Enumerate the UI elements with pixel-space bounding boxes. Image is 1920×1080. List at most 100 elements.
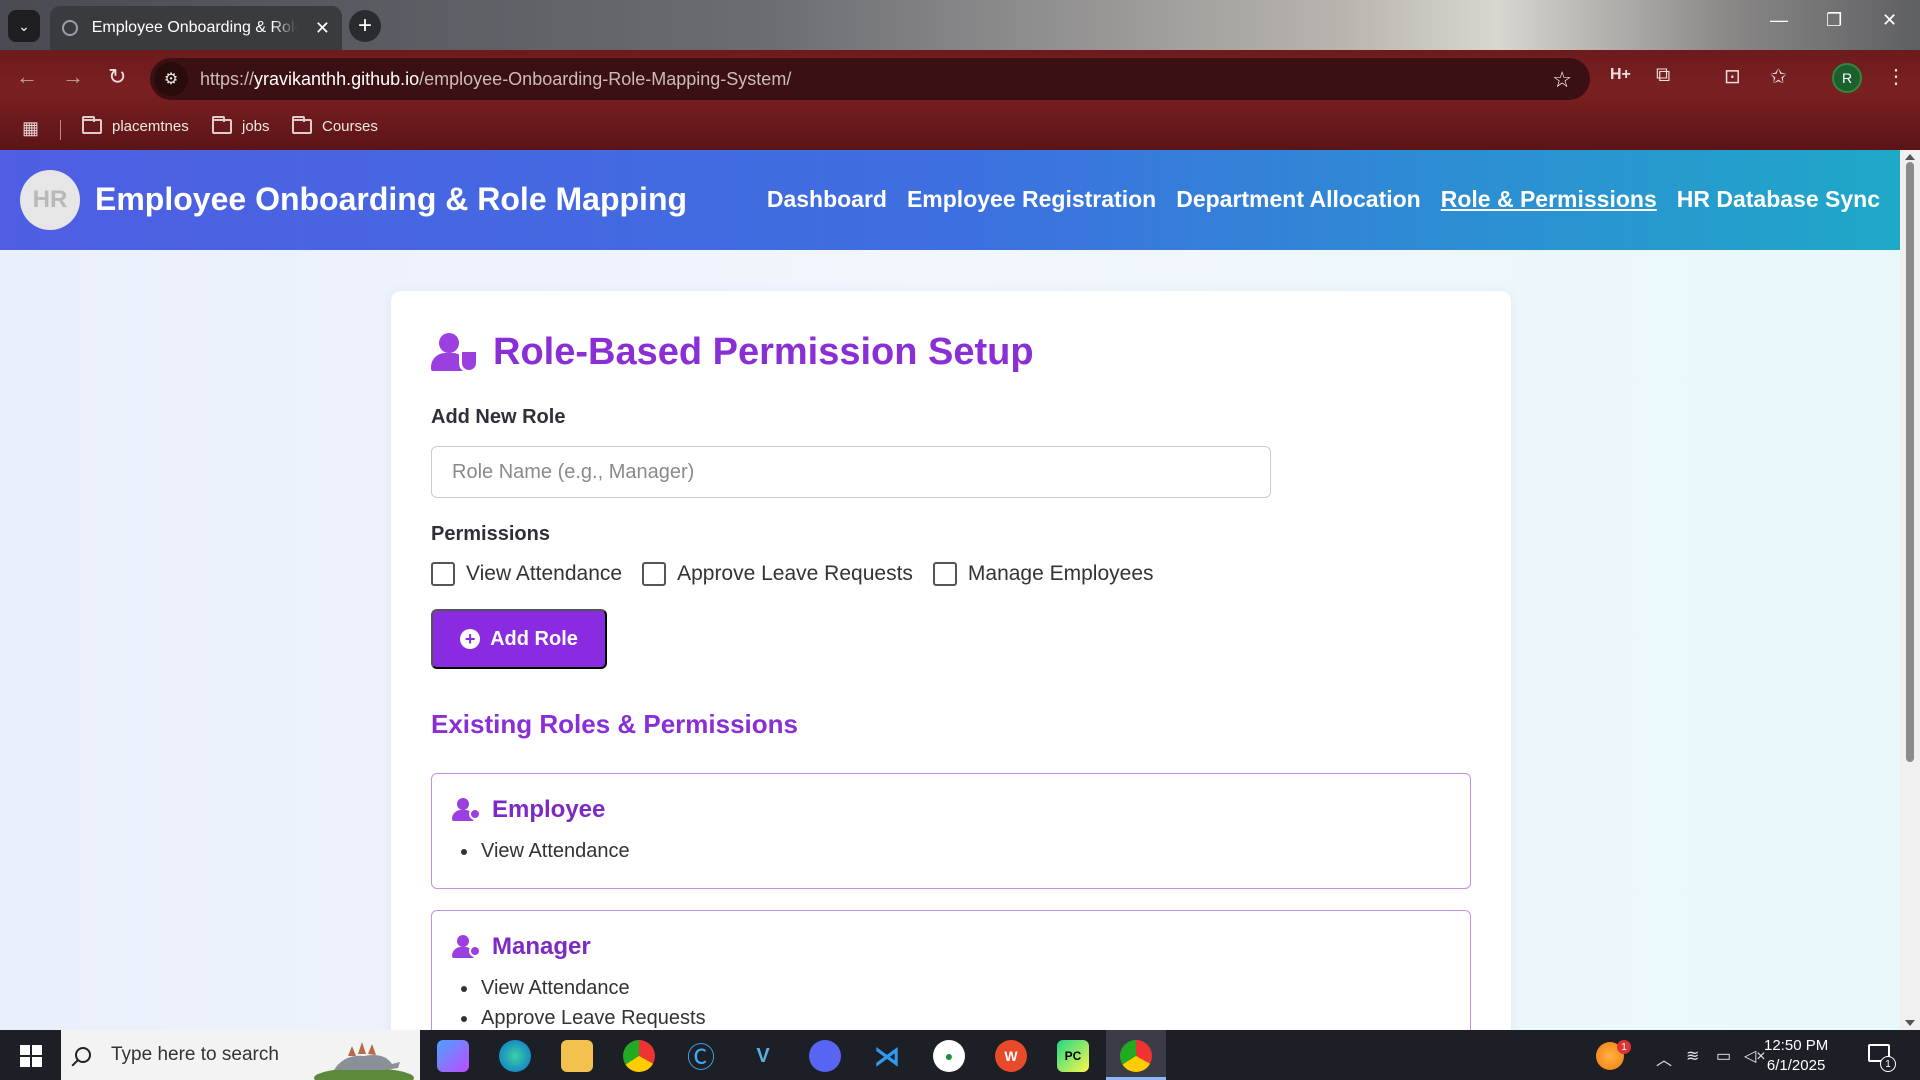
chevron-down-icon: ⌄	[18, 17, 30, 34]
menu-kebab-icon[interactable]: ⋮	[1886, 64, 1906, 89]
permission-label: View Attendance	[466, 562, 623, 585]
system-clock[interactable]: 12:50 PM 6/1/2025	[1764, 1036, 1828, 1076]
role-name: Employee	[492, 796, 606, 823]
wifi-icon[interactable]: ≋	[1686, 1046, 1699, 1066]
search-highlight-illustration	[314, 1042, 414, 1080]
back-icon[interactable]: ←	[16, 64, 38, 90]
bookmark-folder[interactable]: Courses	[292, 116, 378, 135]
role-card-employee: Employee View Attendance	[431, 773, 1471, 889]
role-name: Manager	[492, 933, 591, 960]
bookmark-folder[interactable]: jobs	[212, 116, 270, 135]
restore-icon[interactable]: ❐	[1826, 10, 1842, 31]
window-close-icon[interactable]: ✕	[1882, 10, 1897, 31]
nav-dashboard[interactable]: Dashboard	[767, 186, 887, 213]
role-header: Employee	[452, 796, 605, 824]
permission-option[interactable]: View Attendance	[431, 562, 622, 586]
bookmark-star-icon[interactable]: ☆	[1552, 67, 1572, 93]
wps-office-icon[interactable]: W	[995, 1040, 1027, 1072]
view-attendance-checkbox[interactable]	[431, 562, 455, 586]
taskbar-search[interactable]: Type here to search	[61, 1030, 420, 1080]
scroll-thumb[interactable]	[1906, 162, 1914, 762]
minimize-icon[interactable]: —	[1770, 10, 1788, 31]
list-item: View Attendance	[479, 836, 630, 866]
bookmark-label: placemtnes	[112, 118, 189, 135]
scroll-down-arrow-icon[interactable]	[1905, 1020, 1915, 1026]
user-gear-icon	[452, 798, 481, 822]
add-role-button[interactable]: + Add Role	[431, 609, 607, 669]
extension-h-icon[interactable]: H+	[1610, 66, 1631, 84]
close-icon[interactable]: ✕	[315, 18, 330, 39]
list-item: View Attendance	[479, 973, 706, 1003]
search-icon	[75, 1047, 91, 1063]
page-viewport: HR Employee Onboarding & Role Mapping Da…	[0, 150, 1900, 1030]
profile-avatar[interactable]: R	[1832, 63, 1862, 93]
visual-studio-icon[interactable]: V	[747, 1040, 779, 1072]
nav-employee-registration[interactable]: Employee Registration	[907, 186, 1156, 213]
plus-circle-icon: +	[460, 629, 481, 649]
user-gear-icon	[452, 935, 481, 959]
windows-taskbar: Type here to search Ⓒ V ⋊ ● W PC 1 ︿ ≋ ▭…	[0, 1030, 1920, 1080]
browser-toolbar: ← → ↻ ⚙ https://yravikanthh.github.io/em…	[0, 50, 1920, 108]
app-header: HR Employee Onboarding & Role Mapping Da…	[0, 150, 1900, 250]
scroll-up-arrow-icon[interactable]	[1905, 154, 1915, 160]
card-title-row: Role-Based Permission Setup	[431, 331, 1034, 374]
extensions-puzzle-icon[interactable]: ⧉	[1656, 64, 1670, 87]
browser-tab-active[interactable]: Employee Onboarding & Role Mapping ✕	[50, 6, 342, 50]
role-card-manager: Manager View Attendance Approve Leave Re…	[431, 910, 1471, 1030]
discord-icon[interactable]	[809, 1040, 841, 1072]
new-tab-button[interactable]: +	[349, 10, 381, 42]
bookmarks-divider	[60, 120, 61, 140]
folder-icon	[212, 116, 232, 134]
pycharm-icon[interactable]: PC	[1057, 1040, 1089, 1072]
bookmark-label: Courses	[322, 118, 378, 135]
role-name-input[interactable]	[431, 446, 1271, 498]
copilot-icon[interactable]	[437, 1040, 469, 1072]
address-bar[interactable]: ⚙ https://yravikanthh.github.io/employee…	[150, 58, 1590, 100]
browser-chrome: ⌄ Employee Onboarding & Role Mapping ✕ +…	[0, 0, 1920, 150]
file-explorer-icon[interactable]	[561, 1040, 593, 1072]
role-permission-list: View Attendance	[479, 836, 630, 866]
tray-chevron-icon[interactable]: ︿	[1656, 1046, 1672, 1070]
mongodb-icon[interactable]: ●	[933, 1040, 965, 1072]
list-item: Approve Leave Requests	[479, 1003, 706, 1030]
permission-setup-card: Role-Based Permission Setup Add New Role…	[391, 291, 1511, 1030]
folder-icon	[82, 116, 102, 134]
screenshot-icon[interactable]: ⊡	[1724, 64, 1741, 89]
url-text: https://yravikanthh.github.io/employee-O…	[200, 68, 792, 89]
apps-grid-icon[interactable]: ▦	[22, 118, 39, 139]
nav-role-permissions[interactable]: Role & Permissions	[1441, 186, 1657, 213]
battery-icon[interactable]: ▭	[1716, 1046, 1731, 1066]
edge-icon[interactable]	[499, 1040, 531, 1072]
page-title: Role-Based Permission Setup	[493, 331, 1034, 373]
permission-label: Approve Leave Requests	[677, 562, 913, 585]
page-scrollbar[interactable]	[1900, 150, 1920, 1030]
volume-muted-icon[interactable]: ◁×	[1744, 1046, 1766, 1066]
permission-option[interactable]: Manage Employees	[932, 562, 1154, 586]
permission-option[interactable]: Approve Leave Requests	[642, 562, 913, 586]
tab-search-button[interactable]: ⌄	[8, 10, 40, 42]
bookmark-folder[interactable]: placemtnes	[82, 116, 189, 135]
weather-badge: 1	[1617, 1040, 1631, 1054]
nav-hr-database-sync[interactable]: HR Database Sync	[1677, 186, 1880, 213]
favorites-icon[interactable]: ✩	[1770, 64, 1787, 89]
tab-title: Employee Onboarding & Role Mapping	[91, 19, 297, 36]
notification-count: 1	[1880, 1056, 1896, 1072]
vscode-icon[interactable]: ⋊	[871, 1040, 903, 1072]
add-role-button-label: Add Role	[490, 627, 578, 650]
approve-leave-checkbox[interactable]	[642, 562, 667, 586]
forward-icon[interactable]: →	[62, 64, 84, 90]
c-app-icon[interactable]: Ⓒ	[685, 1040, 717, 1073]
folder-icon	[292, 116, 312, 134]
role-permission-list: View Attendance Approve Leave Requests	[479, 973, 706, 1030]
windows-start-icon[interactable]	[20, 1045, 42, 1067]
add-role-label: Add New Role	[431, 406, 566, 428]
reload-icon[interactable]: ↻	[108, 64, 126, 90]
main-nav: Dashboard Employee Registration Departme…	[767, 186, 1880, 213]
chrome-icon[interactable]	[623, 1040, 655, 1072]
nav-department-allocation[interactable]: Department Allocation	[1176, 186, 1421, 213]
clock-time: 12:50 PM	[1764, 1037, 1829, 1054]
manage-employees-checkbox[interactable]	[932, 562, 957, 586]
permissions-label: Permissions	[431, 523, 550, 545]
chrome-profile-icon[interactable]	[1120, 1040, 1152, 1072]
site-info-icon[interactable]: ⚙	[154, 62, 188, 96]
